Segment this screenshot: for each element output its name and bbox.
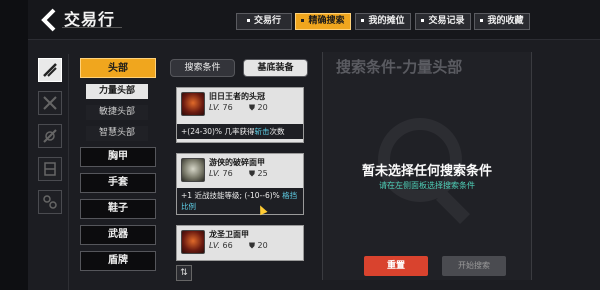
item-affix: +(24-30)% 几率获得斩击次数 — [177, 124, 303, 139]
tab-label: 我的摊位 — [368, 16, 405, 26]
tab-label: 精确搜索 — [308, 16, 345, 26]
helmet-icon — [181, 158, 205, 182]
empty-state-hint: 请在左侧面板选择搜索条件 — [379, 181, 475, 190]
sort-arrows-icon: ⇅ — [180, 268, 188, 278]
tab-dot-icon — [301, 19, 305, 22]
tab-search-conditions[interactable]: 搜索条件 — [170, 59, 235, 77]
item-defense: ⛊ 25 — [249, 169, 268, 179]
defense-shield-icon: ⛊ — [249, 103, 255, 112]
tab-base-equipment[interactable]: 基底装备 — [243, 59, 308, 77]
tab-label: 交易行 — [253, 16, 281, 26]
level-value: 76 — [222, 103, 233, 112]
category-chest[interactable]: 胸甲 — [80, 147, 156, 167]
category-shoes[interactable]: 鞋子 — [80, 199, 156, 219]
defense-shield-icon: ⛊ — [249, 169, 255, 178]
sidebar-equipment-icon[interactable] — [38, 157, 62, 181]
helmet-icon — [181, 92, 205, 116]
armor-icon — [43, 96, 57, 110]
level-value: 66 — [222, 241, 233, 250]
item-defense: ⛊ 20 — [249, 241, 268, 251]
tab-trading-house[interactable]: 交易行 — [236, 13, 292, 30]
defense-value: 25 — [257, 169, 268, 178]
level-label: LV. — [209, 103, 220, 112]
tab-label: 我的收藏 — [487, 16, 524, 26]
equipment-card[interactable]: 龙圣卫面甲 LV. 66 ⛊ 20 — [176, 225, 304, 261]
level-value: 76 — [222, 169, 233, 178]
reset-button[interactable]: 重置 — [364, 256, 428, 276]
accessory-icon — [43, 195, 57, 209]
tab-label: 交易记录 — [428, 16, 465, 26]
level-label: LV. — [209, 241, 220, 250]
category-gloves[interactable]: 手套 — [80, 173, 156, 193]
defense-shield-icon: ⛊ — [249, 241, 255, 250]
start-search-button[interactable]: 开始搜索 — [442, 256, 506, 276]
affix-text: +(24-30)% 几率获得 — [181, 127, 255, 136]
tab-dot-icon — [480, 19, 484, 22]
helmet-icon — [181, 230, 205, 254]
item-name: 龙圣卫面甲 — [209, 230, 249, 239]
sub-item-agility-head[interactable]: 敏捷头部 — [86, 105, 148, 120]
tab-dot-icon — [246, 19, 250, 22]
tab-my-favorites[interactable]: 我的收藏 — [474, 13, 530, 30]
equipment-icon — [44, 162, 56, 176]
empty-state-message: 暂未选择任何搜索条件 — [361, 164, 492, 179]
title-decoration — [62, 27, 122, 32]
sidebar-shield-icon[interactable] — [38, 124, 62, 148]
affix-keyword: 斩击 — [254, 127, 270, 136]
sub-item-strength-head[interactable]: 力量头部 — [86, 84, 148, 99]
sort-toggle-button[interactable]: ⇅ — [176, 265, 192, 281]
sidebar-sword-icon[interactable] — [38, 58, 62, 82]
defense-value: 20 — [257, 241, 268, 250]
item-level: LV. 76 — [209, 103, 233, 112]
item-affix: +1 近战技能等级; (-10--6)% 格挡比例 — [177, 188, 303, 214]
shield-icon — [43, 129, 57, 143]
level-label: LV. — [209, 169, 220, 178]
panel-title: 搜索条件-力量头部 — [336, 58, 463, 76]
sidebar-accessory-icon[interactable] — [38, 190, 62, 214]
affix-text: +1 近战技能等级; (-10--6)% — [181, 191, 283, 200]
category-shield[interactable]: 盾牌 — [80, 251, 156, 271]
tab-trade-records[interactable]: 交易记录 — [415, 13, 471, 30]
category-weapon[interactable]: 武器 — [80, 225, 156, 245]
sidebar-armor-icon[interactable] — [38, 91, 62, 115]
back-arrow-icon — [41, 8, 56, 32]
item-level: LV. 76 — [209, 169, 233, 178]
item-name: 游侠的破碎面甲 — [209, 158, 265, 167]
sword-icon — [43, 63, 57, 77]
category-head[interactable]: 头部 — [80, 58, 156, 78]
item-name: 旧日王者的头冠 — [209, 92, 265, 101]
tab-precise-search[interactable]: 精确搜索 — [295, 13, 351, 30]
equipment-card[interactable]: 旧日王者的头冠 LV. 76 ⛊ 20 +(24-30)% 几率获得斩击次数 — [176, 87, 304, 143]
affix-text-end: 次数 — [269, 127, 285, 136]
back-button[interactable] — [38, 7, 60, 33]
sub-item-wisdom-head[interactable]: 智慧头部 — [86, 126, 148, 141]
tab-my-stall[interactable]: 我的摊位 — [355, 13, 411, 30]
equipment-card[interactable]: 游侠的破碎面甲 LV. 76 ⛊ 25 +1 近战技能等级; (-10--6)%… — [176, 153, 304, 215]
item-defense: ⛊ 20 — [249, 103, 268, 113]
defense-value: 20 — [257, 103, 268, 112]
item-level: LV. 66 — [209, 241, 233, 250]
sidebar-divider — [68, 54, 69, 290]
tab-dot-icon — [361, 19, 365, 22]
tab-dot-icon — [421, 19, 425, 22]
